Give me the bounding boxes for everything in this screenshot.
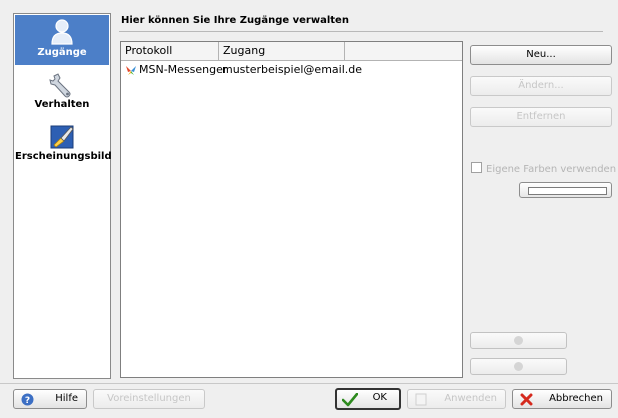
ok-button[interactable]: OK [335,388,401,410]
sidebar-item-verhalten[interactable]: Verhalten [15,67,109,115]
list-header: Protokoll Zugang [121,42,462,61]
appearance-icon [50,125,74,149]
title-divider [119,31,603,32]
footer-divider [0,383,618,384]
cancel-x-icon [520,393,533,406]
wrench-icon [49,73,71,98]
msn-butterfly-icon [126,66,136,75]
new-account-button[interactable]: Neu... [470,45,612,65]
checkbox-box[interactable] [471,162,482,173]
apply-button[interactable]: Anwenden [407,389,506,409]
cell-zugang: musterbeispiel@email.de [222,63,363,76]
page-title: Hier können Sie Ihre Zugänge verwalten [121,15,349,26]
move-up-button[interactable] [470,332,567,349]
accounts-list[interactable]: Protokoll Zugang MSN-Messenger musterbei… [120,41,463,378]
arrow-up-icon [514,336,523,345]
sidebar-item-erscheinungsbild[interactable]: Erscheinungsbild [15,121,112,171]
cell-protokoll: MSN-Messenger [139,63,228,76]
cancel-button[interactable]: Abbrechen [512,389,612,409]
custom-colors-checkbox[interactable]: Eigene Farben verwenden [471,162,616,175]
sidebar-nav: Zugänge Verhalten Erscheinungsbild [13,13,112,379]
color-picker-button[interactable] [519,182,612,198]
move-down-button[interactable] [470,358,567,375]
arrow-down-icon [514,362,523,371]
color-swatch [528,187,607,195]
help-button[interactable]: ? Hilfe [13,389,87,409]
change-account-button[interactable]: Ändern... [470,76,612,96]
column-header-protokoll[interactable]: Protokoll [121,42,219,60]
checkmark-icon [342,393,358,407]
apply-icon [415,393,427,406]
help-icon: ? [21,393,34,406]
remove-account-button[interactable]: Entfernen [470,107,612,127]
sidebar-item-zugaenge[interactable]: Zugänge [15,15,109,65]
column-header-zugang[interactable]: Zugang [219,42,345,60]
svg-text:?: ? [25,396,30,406]
checkbox-label: Eigene Farben verwenden [486,164,617,175]
sidebar-item-label: Zugänge [37,47,87,58]
sidebar-item-label: Erscheinungsbild [15,151,112,162]
defaults-button[interactable]: Voreinstellungen [93,389,205,409]
user-icon [51,19,73,45]
sidebar-item-label: Verhalten [34,99,90,110]
